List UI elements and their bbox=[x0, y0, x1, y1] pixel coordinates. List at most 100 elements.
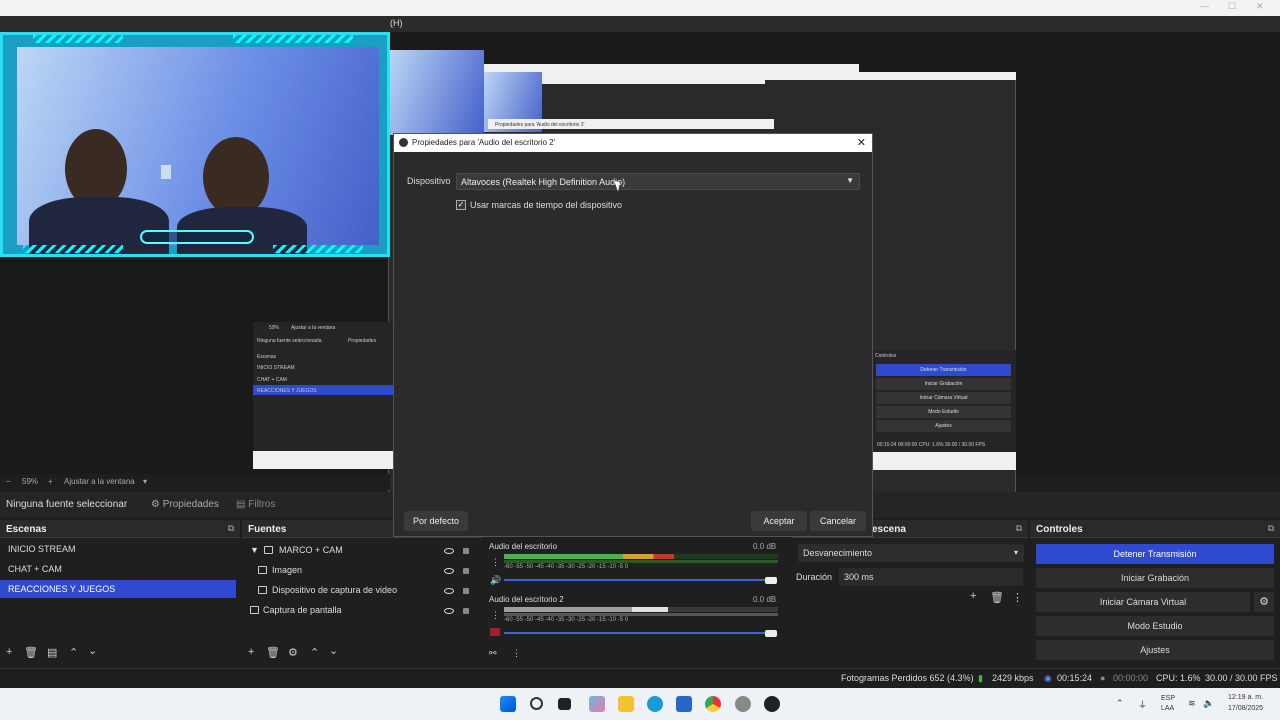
trash-icon[interactable]: 🗑 bbox=[990, 591, 1004, 604]
store-icon[interactable] bbox=[676, 696, 692, 712]
undock-icon[interactable]: ⧉ bbox=[1016, 523, 1022, 534]
filters-button[interactable]: ▤ Filtros bbox=[236, 499, 275, 510]
undock-icon[interactable]: ⧉ bbox=[1268, 523, 1274, 534]
window-titlebar: — ☐ ✕ bbox=[0, 0, 1280, 16]
gear-icon[interactable]: ⚙ bbox=[288, 646, 298, 659]
source-item[interactable]: Captura de pantalla bbox=[263, 605, 342, 615]
clock-time[interactable]: 12:19 a. m. bbox=[1228, 694, 1263, 701]
add-icon[interactable]: + bbox=[6, 646, 12, 658]
eye-icon[interactable] bbox=[444, 568, 454, 574]
zoom-in-icon[interactable]: + bbox=[48, 477, 53, 486]
more-icon[interactable]: ⋮ bbox=[491, 610, 500, 621]
volume-slider[interactable] bbox=[504, 632, 770, 634]
folder-icon bbox=[264, 546, 273, 554]
add-icon[interactable]: + bbox=[970, 590, 976, 602]
record-icon: ● bbox=[1100, 673, 1106, 683]
lock-icon[interactable] bbox=[463, 588, 469, 594]
usb-icon[interactable]: ⏚ bbox=[1138, 698, 1147, 711]
device-timestamps-checkbox[interactable]: ✓ bbox=[456, 200, 466, 210]
zoom-percent: 59% bbox=[22, 477, 39, 486]
link-icon[interactable]: ⚯ bbox=[489, 648, 497, 659]
transition-select[interactable]: Desvanecimiento ▾ bbox=[798, 544, 1024, 562]
lock-icon[interactable] bbox=[463, 568, 469, 574]
chevron-down-icon[interactable]: ▼ bbox=[250, 545, 259, 555]
trash-icon[interactable]: 🗑 bbox=[266, 646, 280, 659]
device-timestamps-label[interactable]: Usar marcas de tiempo del dispositivo bbox=[470, 200, 622, 210]
edge-icon[interactable] bbox=[647, 696, 663, 712]
settings-icon[interactable] bbox=[735, 696, 751, 712]
trash-icon[interactable]: 🗑 bbox=[24, 646, 38, 659]
controls-dock-header: Controles ⧉ bbox=[1030, 520, 1280, 538]
more-icon[interactable]: ⋮ bbox=[491, 557, 500, 568]
volume-icon[interactable]: 🔈 bbox=[1203, 698, 1214, 709]
chevron-up-icon[interactable]: ⌃ bbox=[69, 646, 78, 659]
eye-icon[interactable] bbox=[444, 608, 454, 614]
filter-icon: ▤ bbox=[236, 499, 246, 510]
volume-meter bbox=[504, 607, 778, 612]
eye-icon[interactable] bbox=[444, 588, 454, 594]
windows-start-icon[interactable] bbox=[500, 696, 516, 712]
device-select[interactable]: Altavoces (Realtek High Definition Audio… bbox=[456, 173, 860, 190]
zoom-fit-label[interactable]: Ajustar a la ventana bbox=[64, 477, 135, 486]
accept-button[interactable]: Aceptar bbox=[751, 511, 807, 531]
chevron-down-icon[interactable]: ⌄ bbox=[88, 644, 97, 657]
minimize-icon[interactable]: — bbox=[1200, 1, 1209, 11]
start-virtual-camera-button[interactable]: Iniciar Cámara Virtual bbox=[1036, 592, 1250, 612]
volume-slider-handle[interactable] bbox=[765, 577, 777, 584]
add-icon[interactable]: + bbox=[248, 646, 254, 658]
search-icon[interactable] bbox=[530, 697, 543, 710]
lock-icon[interactable] bbox=[463, 608, 469, 614]
start-recording-button[interactable]: Iniciar Grabación bbox=[1036, 568, 1274, 588]
language-variant[interactable]: LAA bbox=[1161, 705, 1174, 712]
chevron-up-icon[interactable]: ⌃ bbox=[310, 646, 319, 659]
folder-icon[interactable] bbox=[618, 696, 634, 712]
cpu-usage: CPU: 1.6% bbox=[1156, 673, 1201, 683]
defaults-button[interactable]: Por defecto bbox=[404, 511, 468, 531]
nested-webcam bbox=[389, 50, 484, 135]
speaker-muted-icon[interactable] bbox=[490, 628, 500, 636]
lock-icon[interactable] bbox=[463, 548, 469, 554]
chevron-up-icon[interactable]: ⌃ bbox=[1116, 698, 1124, 709]
chevron-down-icon: ▼ bbox=[846, 176, 854, 185]
webcam-frame bbox=[0, 32, 390, 257]
filter-icon[interactable]: ▤ bbox=[47, 646, 57, 659]
properties-button[interactable]: ⚙ Propiedades bbox=[151, 499, 219, 510]
cancel-button[interactable]: Cancelar bbox=[810, 511, 866, 531]
mixer-channel-name: Audio del escritorio 2 bbox=[489, 595, 564, 604]
more-icon[interactable]: ⋮ bbox=[1012, 591, 1023, 604]
windows-taskbar: ⌃ ⏚ ESP LAA ≋ 🔈 12:19 a. m. 17/08/2025 bbox=[0, 688, 1280, 720]
settings-button[interactable]: Ajustes bbox=[1036, 640, 1274, 660]
scene-item-selected[interactable]: REACCIONES Y JUEGOS bbox=[0, 580, 236, 598]
mixer-channel-name: Audio del escritorio bbox=[489, 542, 558, 551]
more-icon[interactable]: ⋮ bbox=[512, 648, 521, 659]
stop-streaming-button[interactable]: Detener Transmisión bbox=[1036, 544, 1274, 564]
nested-level2-bar bbox=[484, 64, 859, 72]
maximize-icon[interactable]: ☐ bbox=[1228, 1, 1236, 12]
duration-stepper[interactable]: 300 ms bbox=[839, 568, 1023, 586]
source-item[interactable]: Imagen bbox=[272, 565, 302, 575]
obs-icon[interactable] bbox=[764, 696, 780, 712]
wifi-icon[interactable]: ≋ bbox=[1188, 698, 1196, 709]
chrome-icon[interactable] bbox=[705, 696, 721, 712]
language-code[interactable]: ESP bbox=[1161, 695, 1175, 702]
monitor-icon bbox=[250, 606, 259, 614]
eye-icon[interactable] bbox=[444, 548, 454, 554]
scene-item[interactable]: INICIO STREAM bbox=[0, 540, 236, 558]
source-item[interactable]: MARCO + CAM bbox=[279, 545, 343, 555]
clock-date[interactable]: 17/08/2025 bbox=[1228, 705, 1263, 712]
gear-icon[interactable]: ⚙ bbox=[1254, 592, 1274, 612]
close-icon[interactable]: ✕ bbox=[1256, 1, 1264, 12]
chevron-down-icon[interactable]: ⌄ bbox=[329, 644, 338, 657]
volume-slider[interactable] bbox=[504, 579, 770, 581]
chevron-down-icon[interactable]: ▾ bbox=[143, 477, 147, 486]
scene-item[interactable]: CHAT + CAM bbox=[0, 560, 236, 578]
speaker-icon[interactable]: 🔊 bbox=[490, 575, 501, 586]
menu-fragment[interactable]: (H) bbox=[390, 18, 403, 28]
studio-mode-button[interactable]: Modo Estudio bbox=[1036, 616, 1274, 636]
copilot-icon[interactable] bbox=[589, 696, 605, 712]
volume-slider-handle[interactable] bbox=[765, 630, 777, 637]
close-icon[interactable]: ✕ bbox=[857, 136, 866, 149]
task-view-icon[interactable] bbox=[558, 698, 571, 710]
source-item[interactable]: Dispositivo de captura de video bbox=[272, 585, 397, 595]
undock-icon[interactable]: ⧉ bbox=[228, 523, 234, 534]
